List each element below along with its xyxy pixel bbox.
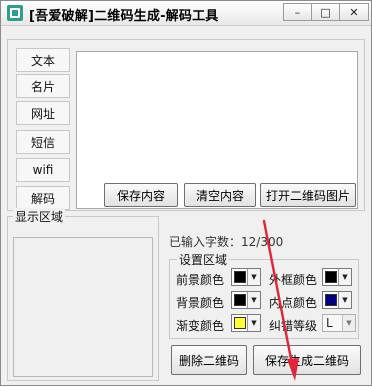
app-window: [吾爱破解]二维码生成-解码工具 – □ ✕ 文本 名片 网址 短信 wifi … [0, 0, 372, 386]
background-color-swatch [234, 294, 246, 306]
app-icon [7, 5, 23, 21]
qr-preview [13, 237, 153, 377]
close-button[interactable]: ✕ [339, 3, 369, 21]
window-title: [吾爱破解]二维码生成-解码工具 [29, 9, 219, 24]
tab-sms[interactable]: 短信 [16, 130, 70, 154]
error-level-value: L [326, 316, 333, 330]
tab-text[interactable]: 文本 [16, 48, 70, 72]
foreground-color-swatch [234, 271, 246, 283]
foreground-color-label: 前景颜色 [176, 273, 225, 287]
maximize-button[interactable]: □ [311, 3, 339, 21]
error-level-label: 纠错等级 [269, 319, 318, 333]
chevron-down-icon: ▼ [338, 269, 351, 285]
inner-point-color-swatch [325, 294, 337, 306]
save-content-button[interactable]: 保存内容 [104, 183, 178, 207]
input-panel: 文本 名片 网址 短信 wifi 解码 保存内容 清空内容 打开二维码图片 [7, 39, 365, 211]
gradient-color-swatch [234, 317, 246, 329]
chevron-down-icon: ▼ [338, 292, 351, 308]
inner-point-color-label: 内点颜色 [269, 296, 318, 310]
tab-business-card[interactable]: 名片 [16, 74, 70, 98]
background-color-picker[interactable]: ▼ [231, 291, 261, 309]
inner-point-color-picker[interactable]: ▼ [322, 291, 352, 309]
minimize-button[interactable]: – [283, 3, 311, 21]
border-color-picker[interactable]: ▼ [322, 268, 352, 286]
gradient-color-picker[interactable]: ▼ [231, 314, 261, 332]
settings-label: 设置区域 [177, 251, 230, 268]
save-generate-qr-button[interactable]: 保存生成二维码 [253, 345, 361, 375]
clear-content-button[interactable]: 清空内容 [184, 183, 256, 207]
background-color-label: 背景颜色 [176, 296, 225, 310]
tab-url[interactable]: 网址 [16, 101, 70, 125]
tab-decode[interactable]: 解码 [16, 186, 70, 210]
chevron-down-icon: ▼ [247, 292, 260, 308]
border-color-label: 外框颜色 [269, 273, 318, 287]
chevron-down-icon: ▼ [342, 315, 355, 331]
foreground-color-picker[interactable]: ▼ [231, 268, 261, 286]
display-area-label: 显示区域 [13, 208, 66, 225]
title-bar[interactable]: [吾爱破解]二维码生成-解码工具 – □ ✕ [1, 1, 371, 26]
delete-qr-button[interactable]: 删除二维码 [171, 345, 247, 375]
chevron-down-icon: ▼ [247, 269, 260, 285]
tab-wifi[interactable]: wifi [16, 158, 70, 182]
open-qr-image-button[interactable]: 打开二维码图片 [260, 183, 356, 207]
border-color-swatch [325, 271, 337, 283]
gradient-color-label: 渐变颜色 [176, 319, 225, 333]
char-count: 已输入字数：12/300 [169, 235, 284, 249]
error-level-select[interactable]: L ▼ [322, 314, 356, 332]
chevron-down-icon: ▼ [247, 315, 260, 331]
